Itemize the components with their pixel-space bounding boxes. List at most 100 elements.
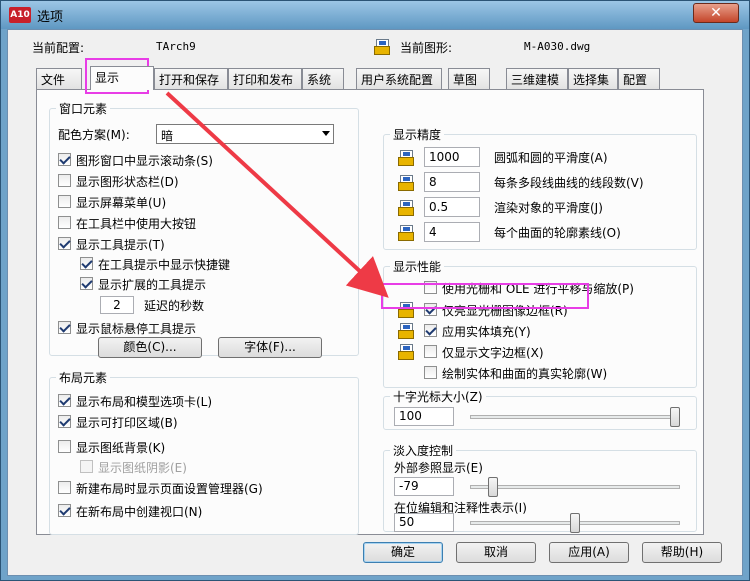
checkbox-label: 应用实体填充(Y) xyxy=(442,325,531,339)
xref-display-slider[interactable] xyxy=(470,485,680,489)
checkbox-label: 仅显示文字边框(X) xyxy=(442,346,544,360)
checkbox-label: 显示布局和模型选项卡(L) xyxy=(76,395,213,409)
drawing-saved-icon xyxy=(398,224,416,242)
checkbox-label: 显示可打印区域(B) xyxy=(76,416,178,430)
fonts-button[interactable]: 字体(F)... xyxy=(218,337,322,358)
chevron-down-icon xyxy=(322,131,330,136)
ok-button[interactable]: 确定 xyxy=(363,542,443,563)
polyline-segments-label: 每条多段线曲线的线段数(V) xyxy=(494,176,644,190)
tab-open-save[interactable]: 打开和保存 xyxy=(154,68,228,89)
drawing-saved-icon xyxy=(398,199,416,217)
checkbox-show-tooltips[interactable]: 显示工具提示(T) xyxy=(58,235,348,253)
checkbox-box xyxy=(58,415,71,428)
xref-slider-thumb[interactable] xyxy=(488,477,498,497)
layout-elements-title: 布局元素 xyxy=(56,369,111,386)
drawing-saved-icon xyxy=(398,322,416,340)
tab-user-preferences[interactable]: 用户系统配置 xyxy=(356,68,442,89)
autocad-app-icon: A10 xyxy=(9,7,31,23)
inplace-slider-thumb[interactable] xyxy=(570,513,580,533)
tab-display[interactable]: 显示 xyxy=(90,66,154,90)
checkbox-show-screen-menu[interactable]: 显示屏幕菜单(U) xyxy=(58,193,348,211)
checkbox-box xyxy=(58,237,71,250)
colors-button[interactable]: 颜色(C)... xyxy=(98,337,202,358)
checkbox-shortcut-in-tooltips[interactable]: 在工具提示中显示快捷键 xyxy=(80,255,348,273)
title-bar[interactable]: A10 选项 ✕ xyxy=(1,1,749,29)
checkbox-label: 绘制实体和曲面的真实轮廓(W) xyxy=(442,367,608,381)
help-button[interactable]: 帮助(H) xyxy=(642,542,722,563)
checkbox-box xyxy=(58,153,71,166)
tab-system[interactable]: 系统 xyxy=(302,68,344,89)
tooltip-delay-label: 延迟的秒数 xyxy=(144,299,205,313)
checkbox-large-buttons[interactable]: 在工具栏中使用大按钮 xyxy=(58,214,348,232)
dialog-buttons: 确定 取消 应用(A) 帮助(H) xyxy=(8,538,744,570)
current-drawing-value: M-A030.dwg xyxy=(524,40,591,53)
checkbox-label: 显示屏幕菜单(U) xyxy=(76,196,167,210)
drawing-saved-icon xyxy=(398,174,416,192)
render-smoothness-input[interactable]: 0.5 xyxy=(424,197,480,217)
window-elements-group: 窗口元素 配色方案(M): 暗 图形窗口中显示滚动条(S) 显示图形状态栏(D)… xyxy=(49,100,359,358)
checkbox-paper-background[interactable]: 显示图纸背景(K) xyxy=(58,438,348,456)
arc-smoothness-input[interactable]: 1000 xyxy=(424,147,480,167)
checkbox-create-viewport[interactable]: 在新布局中创建视口(N) xyxy=(58,502,348,520)
contour-lines-input[interactable]: 4 xyxy=(424,222,480,242)
checkbox-paper-shadow[interactable]: 显示图纸阴影(E) xyxy=(80,458,348,476)
checkbox-box xyxy=(58,504,71,517)
crosshair-size-title: 十字光标大小(Z) xyxy=(390,388,486,405)
display-tab-panel: 窗口元素 配色方案(M): 暗 图形窗口中显示滚动条(S) 显示图形状态栏(D)… xyxy=(36,89,704,535)
checkbox-layout-model-tabs[interactable]: 显示布局和模型选项卡(L) xyxy=(58,392,348,410)
tab-3d-modeling[interactable]: 三维建模 xyxy=(506,68,568,89)
arc-smoothness-label: 圆弧和圆的平滑度(A) xyxy=(494,151,608,165)
color-scheme-select[interactable]: 暗 xyxy=(156,124,334,144)
checkbox-text-boundary-only[interactable]: 仅显示文字边框(X) xyxy=(424,343,694,361)
crosshair-slider-thumb[interactable] xyxy=(670,407,680,427)
checkbox-rollover-tooltips[interactable]: 显示鼠标悬停工具提示 xyxy=(58,319,348,337)
checkbox-box xyxy=(58,216,71,229)
crosshair-size-slider[interactable] xyxy=(470,415,680,419)
checkbox-label: 图形窗口中显示滚动条(S) xyxy=(76,154,213,168)
checkbox-box xyxy=(58,394,71,407)
checkbox-box xyxy=(58,440,71,453)
color-scheme-value: 暗 xyxy=(161,129,174,143)
crosshair-size-input[interactable]: 100 xyxy=(394,407,454,426)
checkbox-true-silhouettes[interactable]: 绘制实体和曲面的真实轮廓(W) xyxy=(424,364,694,382)
window-title: 选项 xyxy=(37,10,64,25)
checkbox-label: 显示图纸阴影(E) xyxy=(98,461,187,475)
current-profile-label: 当前配置: xyxy=(32,41,85,55)
checkbox-show-scrollbars[interactable]: 图形窗口中显示滚动条(S) xyxy=(58,151,348,169)
checkbox-extended-tooltips[interactable]: 显示扩展的工具提示 xyxy=(80,275,348,293)
drawing-file-icon xyxy=(374,38,392,56)
tab-selection[interactable]: 选择集 xyxy=(568,68,618,89)
checkbox-label: 在工具栏中使用大按钮 xyxy=(76,217,197,231)
layout-elements-group: 布局元素 显示布局和模型选项卡(L) 显示可打印区域(B) 显示图纸背景(K) … xyxy=(49,369,359,535)
options-dialog: A10 选项 ✕ 当前配置: TArch9 当前图形: M-A030.dwg 文… xyxy=(0,0,750,581)
current-profile-value: TArch9 xyxy=(156,40,196,53)
checkbox-label: 显示扩展的工具提示 xyxy=(98,278,207,292)
tab-plot-publish[interactable]: 打印和发布 xyxy=(228,68,302,89)
fade-control-group: 淡入度控制 外部参照显示(E) -79 在位编辑和注释性表示(I) 50 xyxy=(383,442,697,533)
checkbox-show-status-bar[interactable]: 显示图形状态栏(D) xyxy=(58,172,348,190)
window-elements-title: 窗口元素 xyxy=(56,100,111,117)
checkbox-printable-area[interactable]: 显示可打印区域(B) xyxy=(58,413,348,431)
checkbox-box xyxy=(58,195,71,208)
polyline-segments-input[interactable]: 8 xyxy=(424,172,480,192)
xref-display-input[interactable]: -79 xyxy=(394,477,454,496)
close-button[interactable]: ✕ xyxy=(693,3,739,23)
apply-button[interactable]: 应用(A) xyxy=(549,542,629,563)
inplace-edit-input[interactable]: 50 xyxy=(394,513,454,532)
checkbox-label: 显示鼠标悬停工具提示 xyxy=(76,322,197,336)
checkbox-box xyxy=(80,460,93,473)
checkbox-box xyxy=(80,257,93,270)
cancel-button[interactable]: 取消 xyxy=(456,542,536,563)
dialog-client: 当前配置: TArch9 当前图形: M-A030.dwg 文件 显示 打开和保… xyxy=(7,29,743,576)
current-drawing-label: 当前图形: xyxy=(400,41,453,55)
checkbox-page-setup-manager[interactable]: 新建布局时显示页面设置管理器(G) xyxy=(58,479,348,497)
contour-lines-label: 每个曲面的轮廓素线(O) xyxy=(494,226,621,240)
tab-files[interactable]: 文件 xyxy=(36,68,82,89)
tab-profiles[interactable]: 配置 xyxy=(618,68,660,89)
color-scheme-label: 配色方案(M): xyxy=(58,128,130,142)
tooltip-delay-input[interactable]: 2 xyxy=(100,296,134,314)
tab-drafting[interactable]: 草图 xyxy=(448,68,490,89)
drawing-saved-icon xyxy=(398,343,416,361)
display-resolution-title: 显示精度 xyxy=(390,126,445,143)
checkbox-apply-solid-fill[interactable]: 应用实体填充(Y) xyxy=(424,322,694,340)
